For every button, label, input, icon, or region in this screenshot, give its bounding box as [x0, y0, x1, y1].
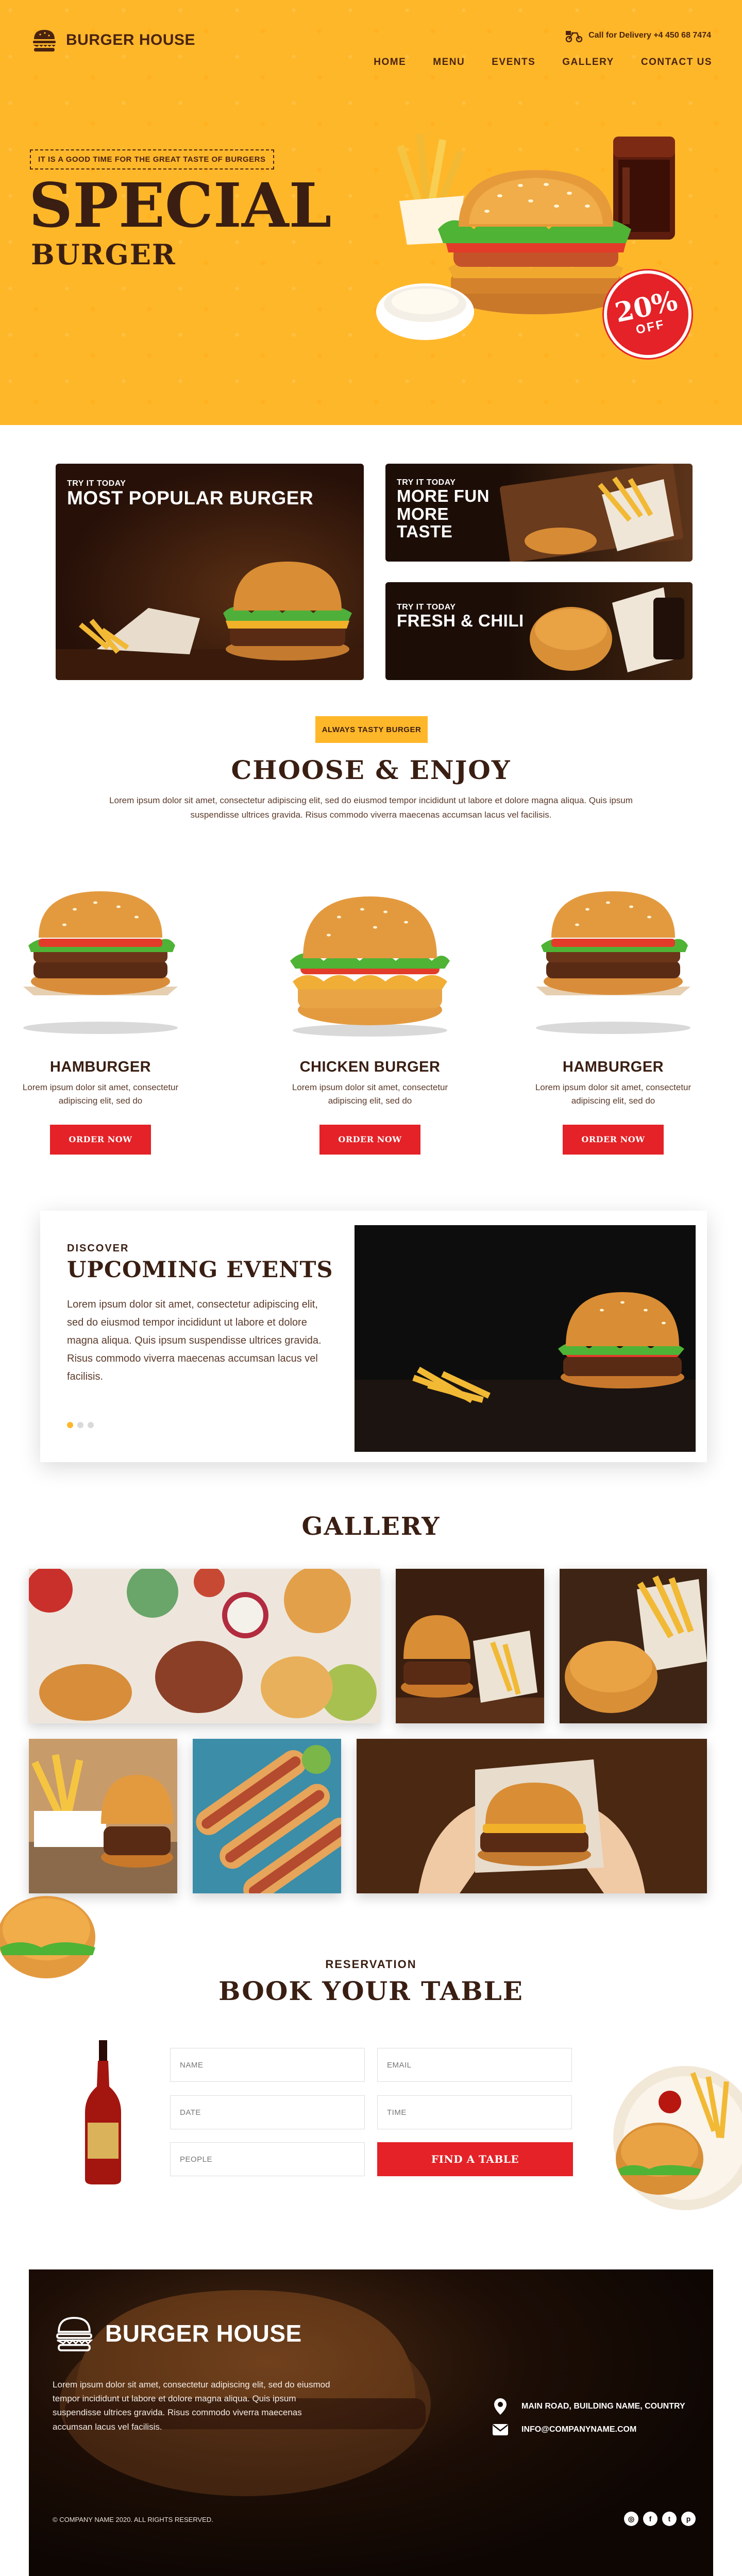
pinterest-icon[interactable]: p [681, 2512, 696, 2526]
brand-name: BURGER HOUSE [66, 31, 196, 48]
people-field[interactable] [170, 2142, 365, 2176]
events-carousel-dots [67, 1422, 94, 1428]
product-name: HAMBURGER [49, 1059, 151, 1075]
scooter-icon [565, 31, 583, 42]
order-now-button[interactable]: ORDER NOW [50, 1125, 151, 1155]
delivery-text: Call for Delivery +4 450 68 7474 [588, 31, 711, 40]
hero-tagline: IT IS A GOOD TIME FOR THE GREAT TASTE OF… [30, 149, 274, 170]
footer-email[interactable]: INFO@COMPANYNAME.COM [493, 2424, 636, 2435]
carousel-dot[interactable] [77, 1422, 83, 1428]
footer-copyright: © COMPANY NAME 2020. ALL RIGHTS RESERVED… [53, 2516, 213, 2523]
promo-chili-text: TRY IT TODAY FRESH & CHILI [397, 603, 524, 630]
gallery-image-1[interactable] [29, 1569, 380, 1723]
social-links: ◎ f t p [624, 2512, 696, 2526]
promo-popular-text: TRY IT TODAY MOST POPULAR BURGER [67, 479, 313, 509]
burger-plate-image [613, 2066, 742, 2210]
product-desc: Lorem ipsum dolor sit amet, consectetur … [292, 1082, 448, 1106]
brand-logo[interactable]: BURGER HOUSE [30, 26, 195, 55]
nav-menu[interactable]: MENU [433, 57, 465, 68]
product-name: HAMBURGER [562, 1059, 664, 1075]
carousel-dot[interactable] [67, 1422, 73, 1428]
instagram-icon[interactable]: ◎ [624, 2512, 638, 2526]
events-title: UPCOMING EVENTS [67, 1257, 333, 1283]
nav-gallery[interactable]: GALLERY [562, 57, 614, 68]
chicken-burger-image [290, 896, 450, 1037]
choose-badge: ALWAYS TASTY BURGER [315, 716, 428, 743]
product-desc: Lorem ipsum dolor sit amet, consectetur … [22, 1082, 179, 1106]
footer-brand-name: BURGER HOUSE [105, 2320, 302, 2347]
facebook-icon[interactable]: f [643, 2512, 657, 2526]
promo-card-fun[interactable]: TRY IT TODAY MORE FUN MORE TASTE [385, 464, 693, 562]
main-nav: HOME MENU EVENTS GALLERY CONTACT US [374, 57, 712, 68]
promo-card-chili[interactable]: TRY IT TODAY FRESH & CHILI [385, 582, 693, 680]
delivery-info: Call for Delivery +4 450 68 7474 [565, 29, 711, 42]
hamburger-image [23, 891, 178, 1034]
nav-home[interactable]: HOME [374, 57, 406, 68]
order-now-button[interactable]: ORDER NOW [319, 1125, 420, 1155]
date-field[interactable] [170, 2095, 365, 2129]
gallery-title: GALLERY [301, 1512, 441, 1541]
name-field[interactable] [170, 2048, 365, 2082]
choose-title: CHOOSE & ENJOY [231, 755, 511, 785]
footer-desc: Lorem ipsum dolor sit amet, consectetur … [53, 2380, 330, 2432]
product-card-hamburger-2: HAMBURGER Lorem ipsum dolor sit amet, co… [520, 860, 706, 1155]
product-card-chicken-burger: CHICKEN BURGER Lorem ipsum dolor sit ame… [277, 860, 463, 1155]
product-desc: Lorem ipsum dolor sit amet, consectetur … [535, 1082, 692, 1106]
reservation-title: BOOK YOUR TABLE [218, 1976, 524, 2006]
footer-logo[interactable]: BURGER HOUSE [53, 2312, 302, 2355]
promo-fun-title: MORE FUN MORE TASTE [397, 486, 490, 541]
product-card-hamburger-1: HAMBURGER Lorem ipsum dolor sit amet, co… [8, 860, 193, 1155]
burger-logo-icon [33, 30, 56, 52]
promo-chili-title: FRESH & CHILI [397, 611, 524, 630]
footer-email-text: INFO@COMPANYNAME.COM [521, 2425, 637, 2434]
nav-events[interactable]: EVENTS [492, 57, 535, 68]
hamburger-image [536, 891, 690, 1034]
gallery-image-2[interactable] [396, 1569, 544, 1723]
promo-chili-image [530, 587, 684, 672]
events-section: DISCOVER UPCOMING EVENTS Lorem ipsum dol… [40, 1211, 707, 1462]
gallery-image-5[interactable] [193, 1739, 341, 1893]
order-now-button[interactable]: ORDER NOW [563, 1125, 664, 1155]
reservation-kicker: RESERVATION [325, 1958, 417, 1971]
promo-card-popular[interactable]: TRY IT TODAY MOST POPULAR BURGER [56, 464, 364, 680]
burger-logo-icon [56, 2317, 93, 2351]
promo-fun-text: TRY IT TODAY MORE FUN MORE TASTE [397, 478, 500, 541]
product-name: CHICKEN BURGER [299, 1059, 441, 1075]
hero-title: SPECIAL [29, 170, 332, 241]
nav-contact[interactable]: CONTACT US [641, 57, 712, 68]
gallery-image-4[interactable] [29, 1739, 177, 1893]
footer-address: MAIN ROAD, BUILDING NAME, COUNTRY [493, 2398, 685, 2415]
location-pin-icon [494, 2398, 507, 2415]
sauce-cup-graphic [376, 283, 474, 340]
twitter-icon[interactable]: t [662, 2512, 677, 2526]
events-image [355, 1225, 696, 1452]
hero-section: BURGER HOUSE Call for Delivery +4 450 68… [0, 0, 742, 425]
events-kicker: DISCOVER [67, 1243, 129, 1254]
footer-address-text: MAIN ROAD, BUILDING NAME, COUNTRY [521, 2402, 685, 2411]
events-text: Lorem ipsum dolor sit amet, consectetur … [67, 1299, 322, 1382]
carousel-dot[interactable] [88, 1422, 94, 1428]
gallery-image-6[interactable] [357, 1739, 707, 1893]
hero-subtitle: BURGER [31, 238, 176, 271]
gallery-image-3[interactable] [560, 1569, 707, 1723]
choose-desc: Lorem ipsum dolor sit amet, consectetur … [109, 795, 633, 820]
site-footer: BURGER HOUSE Lorem ipsum dolor sit amet,… [29, 2269, 713, 2576]
hot-sauce-bottle-image [85, 2040, 121, 2184]
find-table-button[interactable]: FIND A TABLE [377, 2142, 573, 2176]
email-field[interactable] [377, 2048, 572, 2082]
promo-popular-title: MOST POPULAR BURGER [67, 487, 314, 509]
mail-icon [493, 2424, 508, 2435]
time-field[interactable] [377, 2095, 572, 2129]
